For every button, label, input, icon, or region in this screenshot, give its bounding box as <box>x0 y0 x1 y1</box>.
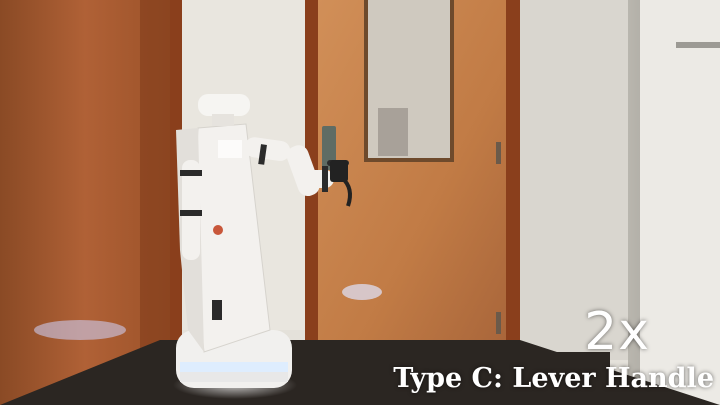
playback-speed-label: 2x <box>584 302 650 362</box>
robot-head <box>198 94 250 116</box>
robot-indicator <box>213 225 223 235</box>
robot-wrist <box>296 170 334 188</box>
video-caption: Type C: Lever Handle <box>393 363 714 394</box>
light-reflection <box>34 320 126 340</box>
video-frame: 2x Type C: Lever Handle <box>0 0 720 405</box>
